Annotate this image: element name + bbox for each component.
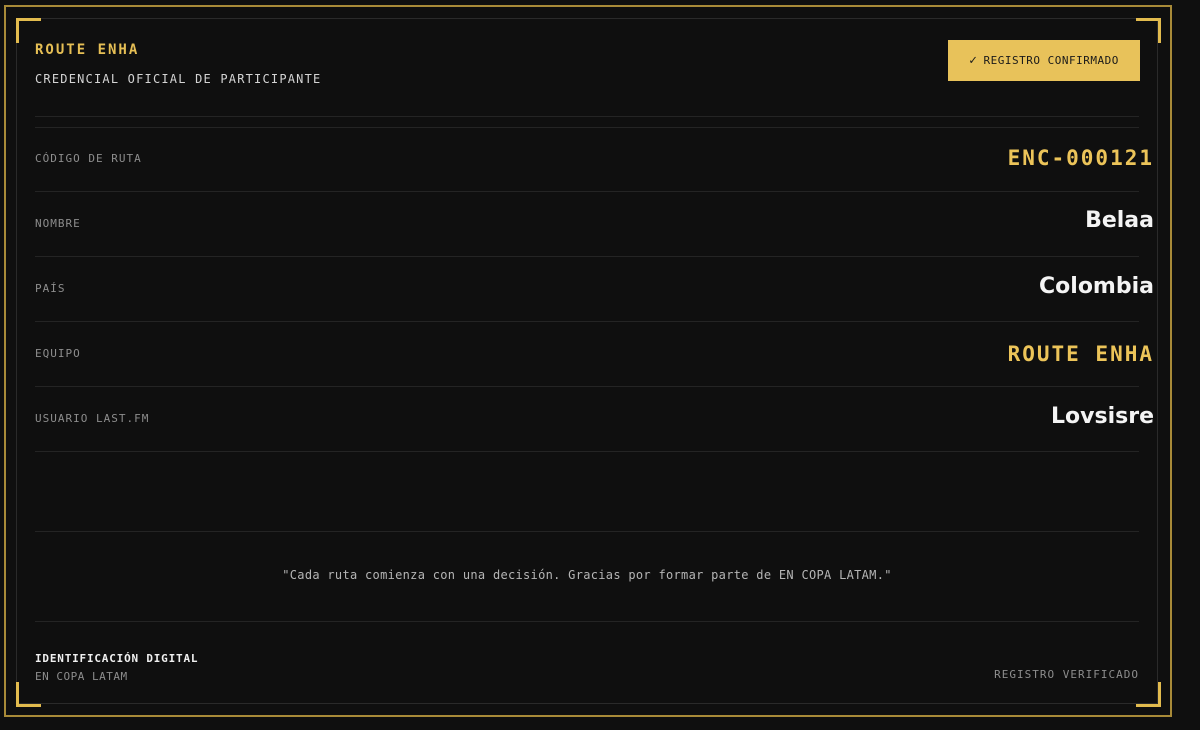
corner-bracket-bottom-right (1136, 682, 1161, 707)
check-icon: ✓ (969, 53, 978, 68)
divider (35, 116, 1139, 117)
divider (35, 127, 1139, 128)
closing-quote: "Cada ruta comienza con una decisión. Gr… (282, 568, 892, 582)
divider (35, 191, 1139, 192)
name-value: Belaa (1085, 208, 1154, 233)
corner-bracket-bottom-left (16, 682, 41, 707)
name-label: NOMBRE (35, 217, 81, 230)
route-code-value: ENC-000121 (1007, 146, 1154, 170)
divider (35, 321, 1139, 322)
footer-title: IDENTIFICACIÓN DIGITAL (35, 652, 199, 665)
badge-label: REGISTRO CONFIRMADO (983, 54, 1119, 67)
verification-status: REGISTRO VERIFICADO (994, 668, 1139, 681)
lastfm-user-label: USUARIO LAST.FM (35, 412, 150, 425)
country-value: Colombia (1039, 274, 1154, 299)
footer-subtitle: EN COPA LATAM (35, 670, 128, 683)
registration-confirmed-badge: ✓ REGISTRO CONFIRMADO (948, 40, 1140, 81)
country-label: PAÍS (35, 282, 66, 295)
team-label: EQUIPO (35, 347, 81, 360)
lastfm-user-value: Lovsisre (1051, 404, 1154, 429)
route-code-label: CÓDIGO DE RUTA (35, 152, 142, 165)
header-title: ROUTE ENHA (35, 42, 140, 58)
divider (35, 621, 1139, 622)
divider (35, 386, 1139, 387)
header-subtitle: CREDENCIAL OFICIAL DE PARTICIPANTE (35, 72, 322, 86)
divider (35, 531, 1139, 532)
corner-bracket-top-left (16, 18, 41, 43)
divider (35, 451, 1139, 452)
team-value: ROUTE ENHA (1007, 342, 1154, 366)
credential-card: ROUTE ENHA CREDENCIAL OFICIAL DE PARTICI… (0, 0, 1200, 730)
inner-frame (16, 18, 1158, 704)
divider (35, 256, 1139, 257)
